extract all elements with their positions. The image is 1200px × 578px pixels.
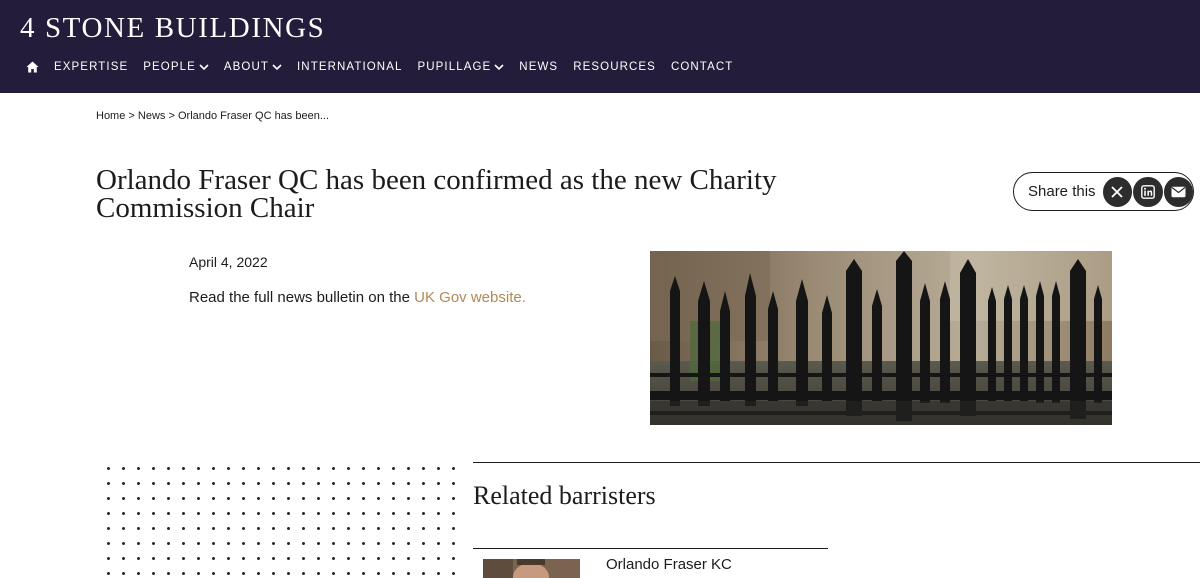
site-header: 4 STONE BUILDINGS EXPERTISE PEOPLE ABOUT… (0, 0, 1200, 93)
nav-item-news[interactable]: NEWS (519, 61, 558, 73)
breadcrumb: Home > News > Orlando Fraser QC has been… (96, 110, 329, 122)
nav-item-expertise[interactable]: EXPERTISE (54, 61, 128, 73)
barrister-photo[interactable] (483, 559, 580, 578)
share-email-button[interactable] (1163, 176, 1193, 207)
breadcrumb-home-link[interactable]: Home (96, 110, 125, 122)
x-icon (1111, 185, 1123, 198)
nav-item-about[interactable]: ABOUT (224, 61, 282, 73)
share-label: Share this (1028, 183, 1096, 200)
email-icon (1171, 186, 1186, 197)
divider (473, 548, 828, 549)
breadcrumb-news-link[interactable]: News (138, 110, 166, 122)
nav-item-label: NEWS (519, 61, 559, 73)
chevron-down-icon (199, 64, 209, 71)
nav-item-pupillage[interactable]: PUPILLAGE (417, 61, 504, 73)
home-icon[interactable] (26, 60, 40, 74)
linkedin-icon (1140, 184, 1155, 199)
iron-railings-image (650, 251, 1112, 425)
decorative-dot-grid (101, 461, 457, 578)
main-nav: EXPERTISE PEOPLE ABOUT INTERNATIONAL PUP… (26, 58, 748, 76)
share-bar: Share this (1013, 172, 1194, 211)
site-logo[interactable]: 4 STONE BUILDINGS (20, 12, 325, 45)
breadcrumb-current: Orlando Fraser QC has been... (177, 110, 329, 122)
chevron-down-icon (494, 64, 504, 71)
nav-item-contact[interactable]: CONTACT (671, 61, 733, 73)
nav-item-label: EXPERTISE (54, 61, 129, 73)
article-image (650, 251, 1112, 425)
page-title: Orlando Fraser QC has been confirmed as … (96, 164, 777, 224)
breadcrumb-separator: > (168, 110, 175, 122)
nav-item-label: RESOURCES (573, 61, 656, 73)
nav-item-international[interactable]: INTERNATIONAL (297, 61, 402, 73)
nav-item-label: PUPILLAGE (417, 61, 492, 73)
nav-item-label: CONTACT (670, 61, 734, 73)
article-date: April 4, 2022 (189, 254, 268, 270)
nav-item-label: INTERNATIONAL (297, 61, 403, 73)
share-linkedin-button[interactable] (1133, 176, 1163, 207)
portrait-image (483, 559, 580, 578)
uk-gov-link[interactable]: UK Gov website. (414, 289, 526, 306)
divider (473, 462, 1200, 463)
share-x-button[interactable] (1102, 176, 1133, 207)
related-barristers-heading: Related barristers (473, 481, 656, 510)
nav-item-label: ABOUT (223, 61, 269, 73)
chevron-down-icon (272, 64, 282, 71)
article-body-text: Read the full news bulletin on the (189, 289, 415, 306)
nav-item-label: PEOPLE (143, 61, 196, 73)
article-body: Read the full news bulletin on the UK Go… (189, 289, 526, 306)
nav-item-people[interactable]: PEOPLE (143, 61, 209, 73)
barrister-name-link[interactable]: Orlando Fraser KC (606, 556, 732, 573)
breadcrumb-separator: > (128, 110, 135, 122)
nav-item-resources[interactable]: RESOURCES (573, 61, 656, 73)
